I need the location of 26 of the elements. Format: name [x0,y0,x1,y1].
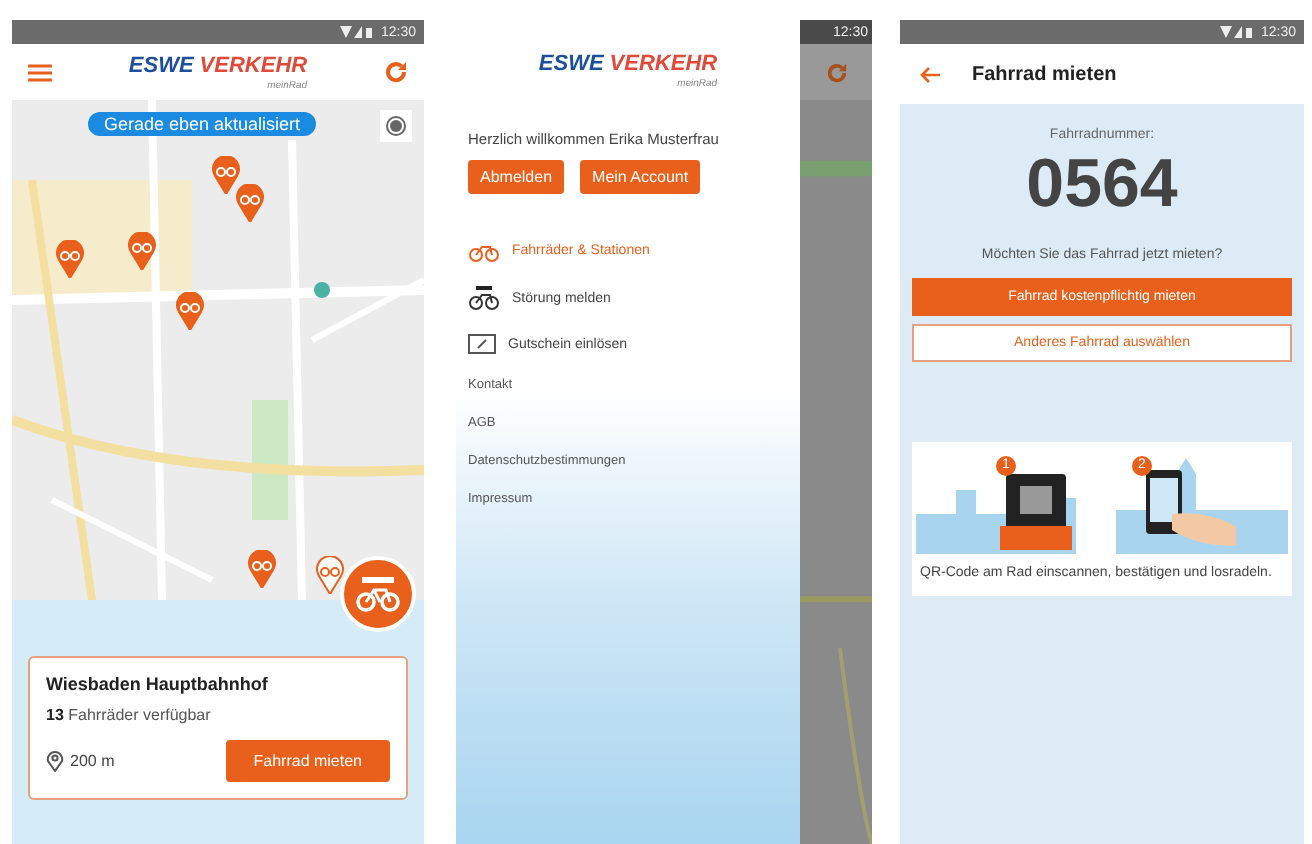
back-arrow-icon[interactable] [920,65,940,83]
signal-icon [340,26,373,38]
repair-bike-button[interactable] [340,556,416,632]
bike-pin-icon[interactable] [128,232,156,270]
location-icon [46,750,64,772]
bike-wrench-icon [468,286,500,310]
refresh-icon [825,61,847,83]
bike-pin-icon[interactable] [176,292,204,330]
bike-pin-icon[interactable] [212,156,240,194]
wrench-bike-icon [354,572,402,616]
bike-pin-icon[interactable] [316,556,344,594]
station-name: Wiesbaden Hauptbahnhof [46,674,270,694]
bike-count: 13 [46,706,64,724]
voucher-icon [468,334,496,354]
screen-title: Fahrrad mieten [972,63,1117,85]
bike-pin-icon[interactable] [236,184,264,222]
bike-pin-icon[interactable] [56,240,84,278]
update-badge: Gerade eben aktualisiert [88,112,317,136]
menu-icon[interactable] [28,63,52,81]
locate-icon[interactable] [380,110,412,142]
bike-number: 0564 [1026,146,1178,224]
distance: 200 m [70,752,117,770]
bike-pin-icon[interactable] [248,550,276,588]
refresh-icon[interactable] [383,60,408,84]
signal-icon [1220,26,1253,38]
availability-label: Fahrräder verfügbar [68,706,211,724]
